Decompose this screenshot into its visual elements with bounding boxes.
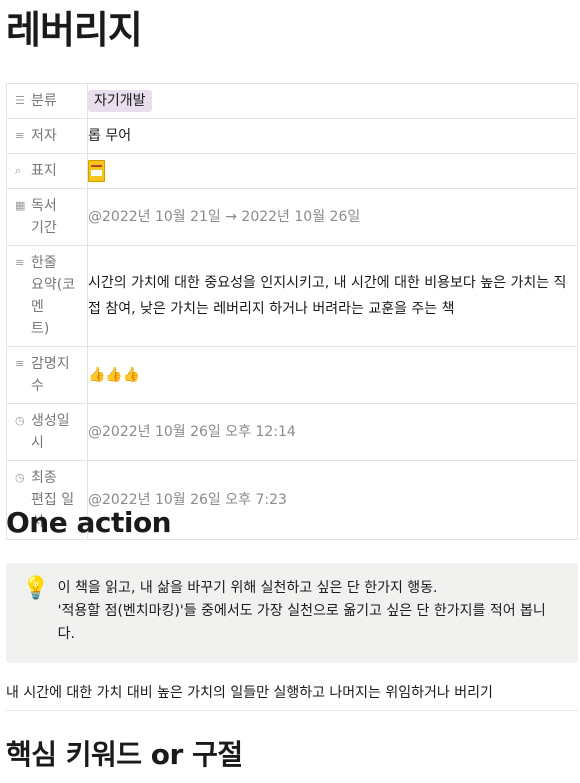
- calendar-icon: ▦: [15, 199, 26, 212]
- property-key-cell[interactable]: ≡ 감명지 수: [6, 346, 88, 404]
- property-key-cell[interactable]: ≡ 저자: [6, 118, 88, 154]
- clock-icon: ◷: [15, 471, 25, 484]
- property-value: @2022년 10월 26일 오후 12:14: [88, 423, 296, 440]
- property-key-label: 분류: [31, 93, 57, 109]
- text-icon: ≡: [15, 256, 25, 269]
- property-value-cell[interactable]: 👍👍👍: [87, 346, 578, 404]
- lightbulb-icon: 💡: [22, 576, 50, 601]
- paperclip-icon: ⌕: [15, 164, 22, 177]
- callout-line-1: 이 책을 읽고, 내 삶을 바꾸기 위해 실천하고 싶은 단 한가지 행동.: [57, 580, 438, 596]
- property-row: ≡ 한줄 요약(코멘 트) 시간의 가치에 대한 중요성을 인지시키고, 내 시간에…: [6, 245, 578, 347]
- category-tag[interactable]: 자기개발: [88, 89, 152, 112]
- property-value-cell[interactable]: @2022년 10월 26일 오후 12:14: [87, 403, 578, 461]
- property-row: ☰ 분류 자기개발: [6, 83, 578, 119]
- heading-one-action[interactable]: One action: [6, 506, 172, 539]
- book-cover-thumbnail[interactable]: [88, 159, 105, 182]
- property-value: @2022년 10월 21일 → 2022년 10월 26일: [88, 208, 361, 225]
- clock-icon: ◷: [15, 414, 25, 427]
- property-key-cell[interactable]: ⌕ 표지: [6, 153, 88, 189]
- property-key-label: 생성일 시: [31, 413, 70, 451]
- property-key-cell[interactable]: ▦ 독서 기간: [6, 188, 88, 246]
- property-row: ◷ 생성일 시 @2022년 10월 26일 오후 12:14: [6, 403, 578, 461]
- one-action-text[interactable]: 내 시간에 대한 가치 대비 높은 가치의 일들만 실행하고 나머지는 위임하거…: [6, 682, 578, 711]
- property-value-cell[interactable]: 시간의 가치에 대한 중요성을 인지시키고, 내 시간에 대한 비용보다 높은 …: [87, 245, 578, 347]
- text-icon: ≡: [15, 129, 25, 142]
- properties-table: ☰ 분류 자기개발 ≡ 저자 롭 무어 ⌕ 표지 ▦ 독서 기간 @2022년 10월 21일 → …: [6, 83, 578, 540]
- property-value-cell[interactable]: 롭 무어: [87, 118, 578, 154]
- property-key-cell[interactable]: ◷ 생성일 시: [6, 403, 88, 461]
- property-row: ≡ 감명지 수 👍👍👍: [6, 346, 578, 404]
- callout-text: 이 책을 읽고, 내 삶을 바꾸기 위해 실천하고 싶은 단 한가지 행동. '…: [58, 577, 558, 663]
- callout-block[interactable]: 💡 이 책을 읽고, 내 삶을 바꾸기 위해 실천하고 싶은 단 한가지 행동.…: [6, 563, 578, 663]
- property-key-cell[interactable]: ≡ 한줄 요약(코멘 트): [6, 245, 88, 347]
- property-key-label: 한줄 요약(코멘 트): [31, 255, 76, 337]
- property-key-label: 독서 기간: [31, 198, 57, 236]
- property-row: ≡ 저자 롭 무어: [6, 118, 578, 154]
- callout-line-2: '적용할 점(벤치마킹)'들 중에서도 가장 실천으로 옮기고 싶은 단 한가지…: [57, 603, 546, 642]
- list-icon: ☰: [15, 94, 25, 107]
- heading-keywords[interactable]: 핵심 키워드 or 구절: [6, 733, 243, 773]
- property-value: 시간의 가치에 대한 중요성을 인지시키고, 내 시간에 대한 비용보다 높은 …: [88, 275, 567, 317]
- property-key-label: 감명지 수: [31, 356, 70, 394]
- page-title[interactable]: 레버리지: [6, 2, 143, 58]
- property-row: ⌕ 표지: [6, 153, 578, 189]
- property-value: 롭 무어: [88, 127, 132, 144]
- property-value-cell[interactable]: [87, 153, 578, 189]
- property-value-cell[interactable]: 자기개발: [87, 83, 578, 119]
- property-key-cell[interactable]: ☰ 분류: [6, 83, 88, 119]
- property-value-cell[interactable]: @2022년 10월 21일 → 2022년 10월 26일: [87, 188, 578, 246]
- property-value: 👍👍👍: [88, 366, 141, 383]
- property-row: ▦ 독서 기간 @2022년 10월 21일 → 2022년 10월 26일: [6, 188, 578, 246]
- property-key-label: 표지: [31, 163, 57, 179]
- text-icon: ≡: [15, 357, 25, 370]
- property-key-label: 저자: [31, 128, 57, 144]
